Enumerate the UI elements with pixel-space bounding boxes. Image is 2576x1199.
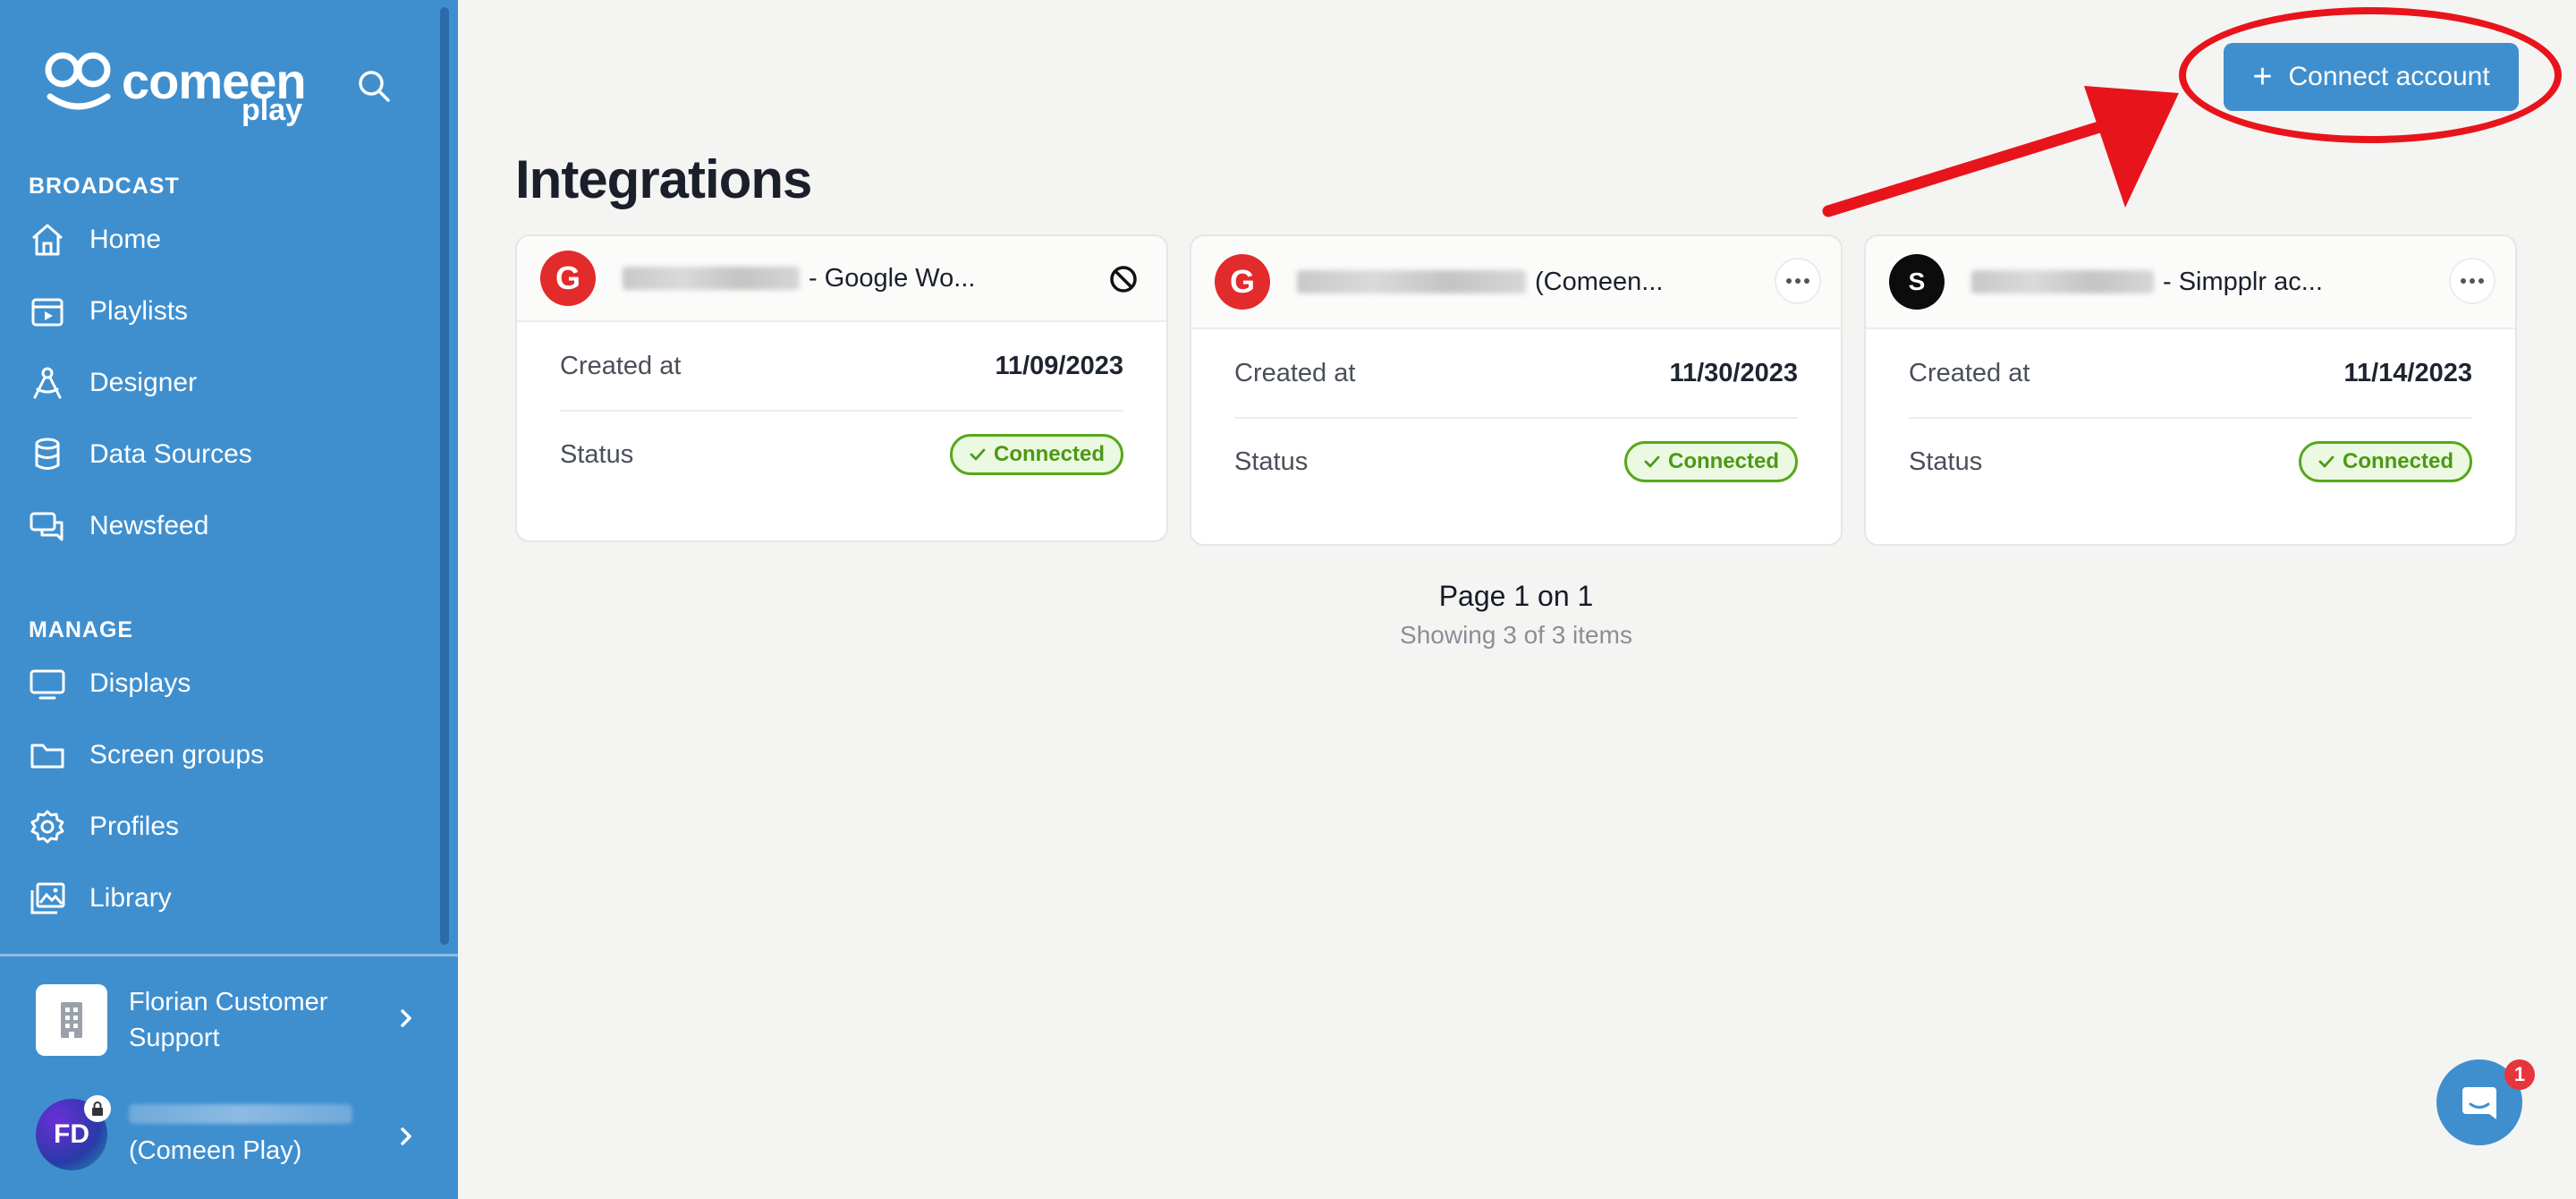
created-label: Created at (1909, 358, 2030, 387)
sidebar-item-label: Designer (89, 368, 198, 397)
status-badge: Connected (2298, 441, 2472, 482)
chevron-right-icon (401, 1127, 411, 1145)
sidebar-divider (0, 954, 458, 957)
image-library-icon (27, 878, 68, 919)
sidebar-item-label: Data Sources (89, 439, 252, 469)
building-icon (36, 984, 107, 1056)
home-icon (27, 219, 68, 260)
comeen-logo[interactable]: comeen play (43, 43, 311, 127)
lock-icon (84, 1095, 111, 1122)
sidebar-item-label: Displays (89, 668, 191, 698)
sidebar-item-displays[interactable]: Displays (27, 655, 420, 712)
avatar: FD (36, 1095, 111, 1170)
database-icon (27, 434, 68, 475)
status-label: Status (1909, 446, 1983, 476)
status-row: Status Connected (1234, 417, 1798, 505)
card-title: - Google Wo... (809, 263, 976, 293)
integration-card-1: G - Google Wo... Created at 11/09/2023 S… (515, 234, 1168, 542)
newsfeed-icon (27, 506, 68, 547)
more-horizontal-icon (1786, 278, 1809, 284)
chevron-right-icon (401, 1009, 411, 1027)
card-header: S - Simpplr ac... (1866, 236, 2515, 329)
more-horizontal-icon (2461, 278, 2484, 284)
google-logo-icon: G (1215, 254, 1270, 310)
avatar-initials: FD (54, 1119, 89, 1149)
playlist-icon (27, 291, 68, 332)
sidebar-scrollbar[interactable] (440, 7, 449, 945)
ban-icon (1110, 266, 1137, 293)
sidebar-item-screen-groups[interactable]: Screen groups (27, 727, 420, 784)
created-label: Created at (1234, 358, 1356, 387)
sidebar-item-label: Newsfeed (89, 511, 209, 540)
status-row: Status Connected (560, 410, 1123, 497)
status-row: Status Connected (1909, 417, 2472, 505)
created-row: Created at 11/30/2023 (1234, 329, 1798, 417)
sidebar-item-library[interactable]: Library (27, 870, 420, 927)
simpplr-logo-icon: S (1889, 254, 1945, 310)
more-options-button[interactable] (1775, 258, 1821, 304)
logo-mark-icon (45, 52, 111, 110)
created-row: Created at 11/14/2023 (1909, 329, 2472, 417)
search-icon (359, 71, 390, 102)
chat-icon (2462, 1087, 2496, 1119)
sidebar-item-label: Home (89, 225, 162, 254)
status-label: Status (560, 439, 634, 469)
pagination-count: Showing 3 of 3 items (1400, 621, 1632, 649)
created-row: Created at 11/09/2023 (560, 322, 1123, 410)
designer-icon (27, 362, 68, 404)
disable-button[interactable] (1100, 256, 1147, 302)
card-title: - Simpplr ac... (2163, 267, 2323, 296)
redacted-account-name (1971, 270, 2154, 293)
section-label-manage: MANAGE (29, 617, 134, 642)
sidebar-item-data-sources[interactable]: Data Sources (27, 426, 420, 483)
created-label: Created at (560, 351, 682, 380)
page-title: Integrations (515, 149, 812, 209)
redacted-username (129, 1103, 352, 1124)
folder-icon (27, 735, 68, 776)
gear-icon (27, 806, 68, 847)
check-icon (2318, 455, 2334, 468)
integration-card-3: S - Simpplr ac... Created at 11/14/2023 … (1864, 234, 2517, 546)
status-label: Status (1234, 446, 1309, 476)
annotation-ellipse (2179, 7, 2562, 143)
more-options-button[interactable] (2449, 258, 2496, 304)
sidebar-item-playlists[interactable]: Playlists (27, 283, 420, 340)
card-title: (Comeen... (1535, 267, 1664, 296)
integration-card-2: G (Comeen... Created at 11/30/2023 Statu… (1190, 234, 1843, 546)
monitor-icon (27, 663, 68, 704)
status-badge: Connected (949, 434, 1123, 475)
user-menu[interactable]: FD (Comeen Play) (36, 1095, 429, 1172)
logo-subtitle: play (242, 93, 303, 127)
sidebar-item-home[interactable]: Home (27, 211, 420, 268)
card-header: G (Comeen... (1191, 236, 1841, 329)
card-header: G - Google Wo... (517, 236, 1166, 322)
sidebar-item-label: Screen groups (89, 740, 265, 770)
sidebar-item-designer[interactable]: Designer (27, 354, 420, 412)
organization-switcher[interactable]: Florian Customer Support (36, 982, 429, 1058)
pagination-page: Page 1 on 1 (1438, 580, 1594, 612)
google-logo-icon: G (540, 251, 596, 306)
created-date: 11/14/2023 (2343, 358, 2472, 387)
user-name: (Comeen Play) (129, 1135, 302, 1165)
sidebar-item-newsfeed[interactable]: Newsfeed (27, 497, 420, 555)
redacted-account-name (1297, 270, 1526, 293)
redacted-account-name (623, 267, 800, 290)
search-button[interactable] (351, 63, 399, 111)
created-date: 11/30/2023 (1669, 358, 1798, 387)
status-badge: Connected (1623, 441, 1798, 482)
sidebar-item-label: Profiles (89, 812, 180, 841)
sidebar-item-profiles[interactable]: Profiles (27, 798, 420, 855)
check-icon (970, 448, 986, 461)
annotation-arrow-icon (1822, 86, 2179, 217)
sidebar: comeen play BROADCAST Home Playlists Des… (0, 0, 458, 1199)
sidebar-item-label: Playlists (89, 296, 189, 326)
notification-badge: 1 (2504, 1059, 2535, 1090)
organization-name: Florian Customer Support (129, 988, 328, 1052)
sidebar-item-label: Library (89, 883, 172, 913)
check-icon (1644, 455, 1660, 468)
created-date: 11/09/2023 (995, 351, 1123, 380)
section-label-broadcast: BROADCAST (29, 174, 180, 199)
